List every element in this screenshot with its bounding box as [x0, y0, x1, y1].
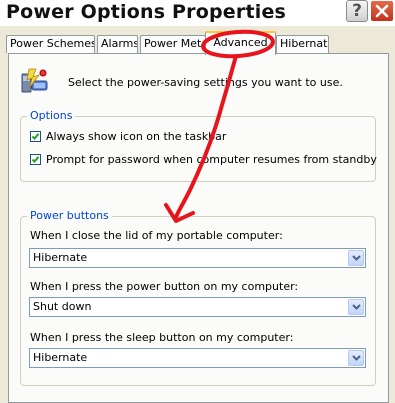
intro-text: Select the power-saving settings you wan… [68, 76, 343, 89]
prompt-password-checkbox[interactable] [30, 153, 41, 165]
checkmark-icon [31, 155, 40, 163]
lid-close-label: When I close the lid of my portable comp… [30, 229, 283, 242]
power-buttons-group-title: Power buttons [27, 209, 112, 222]
lid-close-value: Hibernate [33, 251, 88, 264]
close-button[interactable] [370, 0, 394, 22]
power-button-dropdown[interactable]: Shut down [29, 297, 366, 317]
sleep-button-value: Hibernate [33, 351, 88, 364]
title-bar[interactable]: Power Options Properties ? [0, 0, 395, 26]
power-settings-icon [19, 65, 51, 97]
prompt-password-label: Prompt for password when computer resume… [46, 152, 377, 166]
power-button-dropdown-button[interactable] [348, 299, 364, 315]
power-options-dialog: Power Options Properties ? Power Schemes… [0, 0, 395, 403]
sleep-button-label: When I press the sleep button on my comp… [30, 331, 294, 344]
question-mark-icon: ? [352, 0, 362, 21]
tab-power-schemes[interactable]: Power Schemes [6, 35, 95, 53]
lid-close-dropdown[interactable]: Hibernate [29, 248, 366, 268]
tab-advanced[interactable]: Advanced [205, 31, 276, 55]
power-button-label: When I press the power button on my comp… [30, 280, 299, 293]
sleep-button-dropdown-button[interactable] [348, 350, 364, 366]
options-group-title: Options [27, 109, 76, 122]
tab-hibernate[interactable]: Hibernate [276, 35, 329, 53]
chevron-down-icon [351, 255, 361, 261]
window-title: Power Options Properties [6, 1, 287, 23]
always-show-icon-checkbox[interactable] [30, 130, 41, 142]
chevron-down-icon [351, 304, 361, 310]
checkmark-icon [31, 132, 40, 140]
always-show-icon-option[interactable]: Always show icon on the taskbar [30, 129, 226, 143]
options-group: Options [20, 109, 376, 182]
close-icon [375, 4, 389, 18]
power-button-value: Shut down [33, 300, 92, 313]
tab-alarms[interactable]: Alarms [97, 35, 138, 53]
tab-power-meter[interactable]: Power Meter [140, 35, 206, 53]
prompt-password-option[interactable]: Prompt for password when computer resume… [30, 152, 377, 166]
always-show-icon-label: Always show icon on the taskbar [46, 129, 227, 143]
sleep-button-dropdown[interactable]: Hibernate [29, 348, 366, 368]
help-button[interactable]: ? [346, 0, 368, 22]
lid-close-dropdown-button[interactable] [348, 250, 364, 266]
chevron-down-icon [351, 355, 361, 361]
